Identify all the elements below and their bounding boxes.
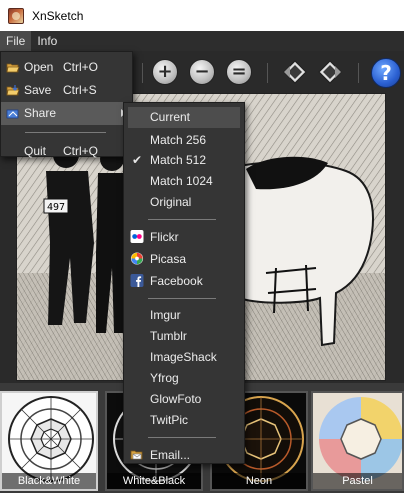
checkmark-icon: ✔ <box>132 153 143 167</box>
share-facebook[interactable]: Facebook <box>124 270 244 292</box>
share-picasa[interactable]: Picasa <box>124 248 244 270</box>
filter-thumb-pastel[interactable]: Pastel <box>311 391 404 491</box>
share-menu: Current Match 256 ✔ Match 512 Match 1024… <box>123 102 245 464</box>
zoom-fit-icon[interactable]: = <box>226 59 252 85</box>
flickr-icon <box>130 230 144 243</box>
share-yfrog[interactable]: Yfrog <box>124 368 244 389</box>
share-tumblr[interactable]: Tumblr <box>124 326 244 347</box>
help-icon[interactable]: ? <box>371 58 401 88</box>
share-twitpic[interactable]: TwitPic <box>124 410 244 431</box>
menu-info[interactable]: Info <box>31 31 63 51</box>
save-folder-icon <box>6 85 20 96</box>
share-icon <box>6 109 19 119</box>
filter-label: Neon <box>212 473 306 489</box>
share-flickr[interactable]: Flickr <box>124 226 244 248</box>
toolbar-separator <box>267 63 268 83</box>
filter-label: Black&White <box>2 473 96 489</box>
share-imgur[interactable]: Imgur <box>124 305 244 326</box>
rotate-right-icon[interactable] <box>317 59 343 85</box>
rotate-left-icon[interactable] <box>282 59 308 85</box>
email-folder-icon <box>130 450 143 460</box>
toolbar-separator <box>358 63 359 83</box>
title-bar: XnSketch <box>0 0 404 31</box>
filter-thumb-black-white[interactable]: Black&White <box>0 391 98 491</box>
picasa-icon <box>130 252 144 265</box>
share-email[interactable]: Email... <box>124 444 244 466</box>
menu-divider <box>25 132 106 133</box>
menu-divider <box>148 298 216 299</box>
folder-open-icon <box>6 63 20 73</box>
share-imageshack[interactable]: ImageShack <box>124 347 244 368</box>
share-size-match-512[interactable]: ✔ Match 512 <box>124 150 244 171</box>
share-size-match-256[interactable]: Match 256 <box>124 130 244 150</box>
window-title: XnSketch <box>32 8 84 23</box>
zoom-out-icon[interactable]: − <box>189 59 215 85</box>
zoom-in-icon[interactable]: + <box>152 59 178 85</box>
file-menu-share[interactable]: Share <box>1 102 132 125</box>
facebook-icon <box>130 274 144 287</box>
toolbar-separator <box>142 63 143 83</box>
app-icon <box>8 7 24 24</box>
filter-label: White&Black <box>107 473 201 489</box>
menu-divider <box>148 437 216 438</box>
bib-number: 497 <box>47 202 65 213</box>
filter-label: Pastel <box>313 473 402 489</box>
share-size-match-1024[interactable]: Match 1024 <box>124 171 244 192</box>
share-size-original[interactable]: Original <box>124 192 244 213</box>
share-size-current[interactable]: Current <box>128 107 240 128</box>
share-glowfoto[interactable]: GlowFoto <box>124 389 244 410</box>
menu-bar: File Info <box>0 31 404 51</box>
menu-file[interactable]: File <box>0 31 32 51</box>
menu-divider <box>148 219 216 220</box>
file-menu-quit[interactable]: Quit Ctrl+Q <box>1 140 132 163</box>
file-menu-save[interactable]: Save Ctrl+S <box>1 79 132 102</box>
file-menu: Open Ctrl+O Save Ctrl+S Share Quit Ctrl+… <box>0 51 133 158</box>
file-menu-open[interactable]: Open Ctrl+O <box>1 56 132 79</box>
